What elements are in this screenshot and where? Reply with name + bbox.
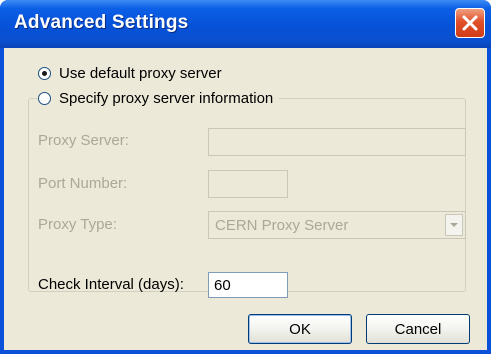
proxy-server-label: Proxy Server: xyxy=(38,132,129,149)
proxy-server-input[interactable] xyxy=(208,128,466,156)
radio-button-checked[interactable] xyxy=(38,67,51,80)
radio-label-specify: Specify proxy server information xyxy=(59,90,274,107)
cancel-button[interactable]: Cancel xyxy=(366,314,470,344)
port-number-input[interactable] xyxy=(208,170,288,198)
proxy-type-label: Proxy Type: xyxy=(38,216,117,233)
ok-button[interactable]: OK xyxy=(248,314,352,344)
radio-label-default: Use default proxy server xyxy=(59,65,222,82)
radio-specify-proxy[interactable]: Specify proxy server information xyxy=(38,90,280,107)
radio-button-unchecked[interactable] xyxy=(38,92,51,105)
check-interval-label: Check Interval (days): xyxy=(38,276,184,293)
proxy-type-dropdown[interactable]: CERN Proxy Server xyxy=(208,211,466,239)
chevron-down-icon xyxy=(450,223,458,227)
dialog-body: Use default proxy server Specify proxy s… xyxy=(4,48,487,350)
close-icon xyxy=(462,15,478,31)
close-button[interactable] xyxy=(455,8,485,38)
dropdown-button[interactable] xyxy=(445,214,463,236)
dialog-window: Advanced Settings Use default proxy serv… xyxy=(0,0,491,354)
proxy-type-value: CERN Proxy Server xyxy=(215,216,349,234)
title-bar[interactable]: Advanced Settings xyxy=(0,0,491,48)
port-number-label: Port Number: xyxy=(38,175,128,192)
window-title: Advanced Settings xyxy=(14,12,189,33)
check-interval-input[interactable] xyxy=(208,272,288,298)
radio-use-default-proxy[interactable]: Use default proxy server xyxy=(38,65,228,82)
